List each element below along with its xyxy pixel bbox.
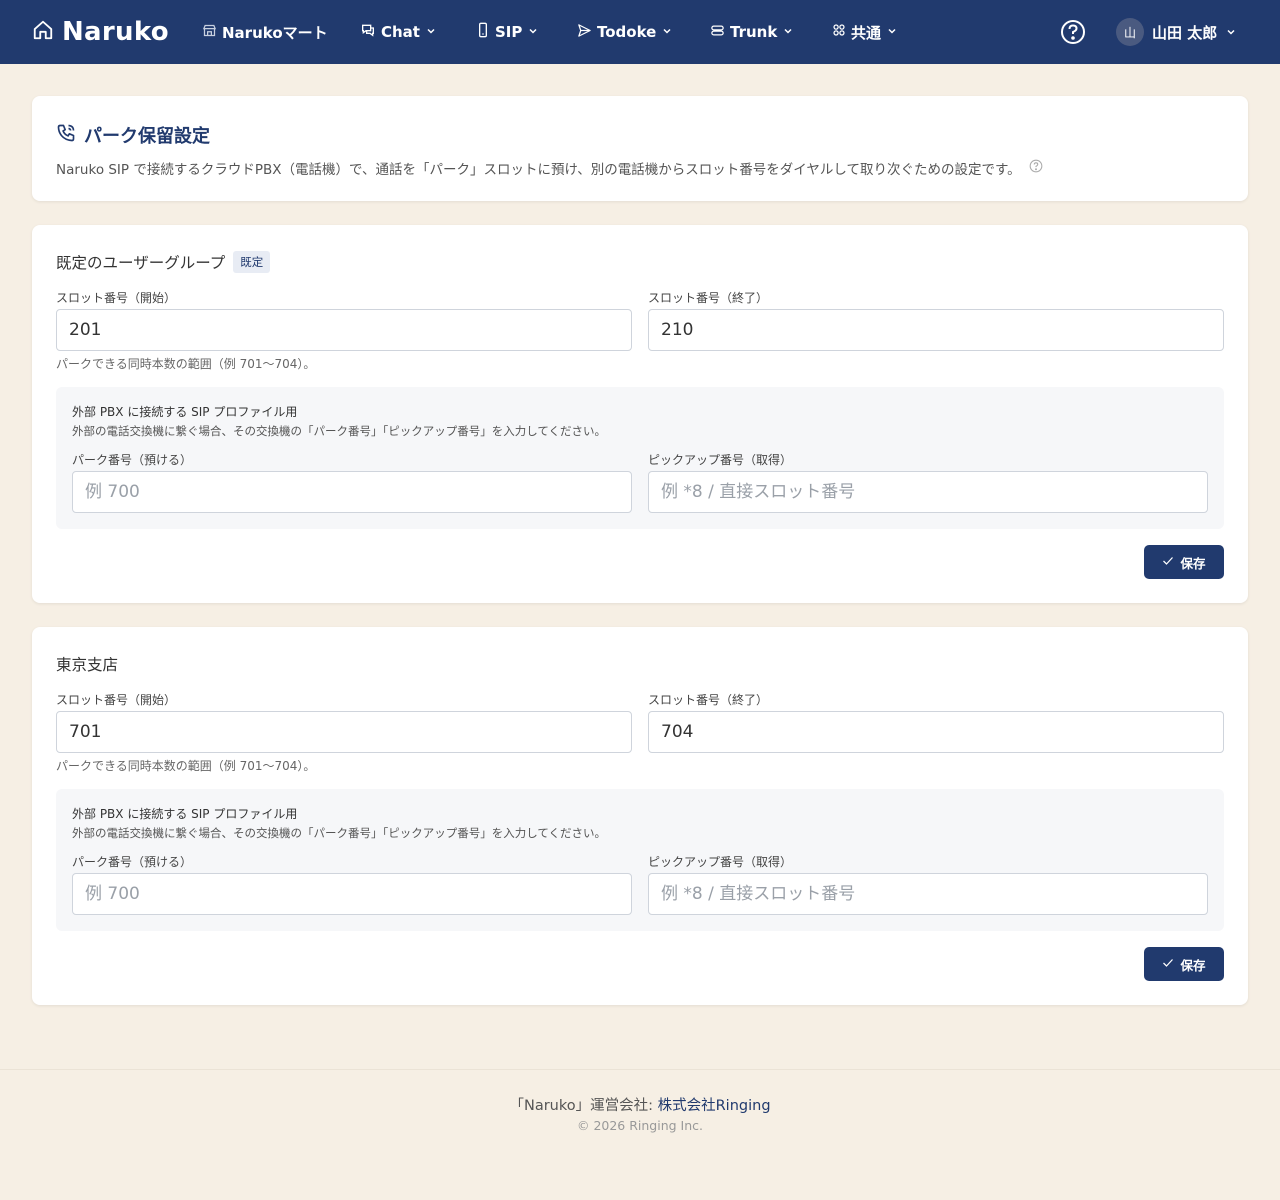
slot-start-input[interactable] (56, 711, 632, 753)
nav-label: Chat (381, 23, 420, 41)
home-icon (32, 19, 54, 45)
nav-chat[interactable]: Chat (360, 20, 437, 44)
top-navigation-bar: Naruko Narukoマート Chat SIP Todoke Trunk 共… (0, 0, 1280, 64)
group-card-tokyo: 東京支店 スロット番号（開始） スロット番号（終了） パークできる同時本数の範囲… (32, 627, 1248, 1005)
help-icon (1060, 20, 1086, 49)
save-button[interactable]: 保存 (1144, 545, 1224, 579)
nav-label: Narukoマート (222, 23, 328, 42)
footer-company: 「Naruko」運営会社: 株式会社Ringing (0, 1094, 1280, 1115)
slot-end-label: スロット番号（終了） (648, 291, 769, 305)
page-title: パーク保留設定 (56, 122, 210, 148)
save-button-label: 保存 (1180, 957, 1206, 973)
external-pbx-section: 外部 PBX に接続する SIP プロファイル用 外部の電話交換機に繋ぐ場合、そ… (56, 789, 1224, 931)
store-icon (202, 23, 217, 42)
server-icon (710, 23, 725, 42)
nav-trunk[interactable]: Trunk (710, 20, 794, 44)
user-menu[interactable]: 山 山田 太郎 (1116, 18, 1237, 46)
group-title: 既定のユーザーグループ 既定 (56, 251, 271, 273)
slot-end-input[interactable] (648, 711, 1224, 753)
group-card-default: 既定のユーザーグループ 既定 スロット番号（開始） スロット番号（終了） パーク… (32, 225, 1248, 603)
external-pbx-section: 外部 PBX に接続する SIP プロファイル用 外部の電話交換機に繋ぐ場合、そ… (56, 387, 1224, 529)
brand-name: Naruko (62, 17, 169, 47)
footer-divider (0, 1069, 1280, 1070)
page-title-text: パーク保留設定 (84, 126, 210, 147)
chevron-down-icon (661, 23, 673, 41)
footer-copyright: © 2026 Ringing Inc. (576, 1118, 704, 1133)
park-number-input[interactable] (72, 471, 632, 513)
slot-start-input[interactable] (56, 309, 632, 351)
save-button[interactable]: 保存 (1144, 947, 1224, 981)
pickup-number-label: ピックアップ番号（取得） (648, 453, 793, 467)
send-icon (577, 23, 592, 42)
company-link[interactable]: 株式会社Ringing (658, 1098, 771, 1114)
chevron-down-icon (782, 23, 794, 41)
nav-naruko-mart[interactable]: Narukoマート (202, 20, 328, 44)
park-number-input[interactable] (72, 873, 632, 915)
slot-range-hint: パークできる同時本数の範囲（例 701〜704）。 (56, 357, 316, 371)
avatar: 山 (1116, 18, 1144, 46)
park-number-label: パーク番号（預ける） (72, 453, 193, 467)
intro-card: パーク保留設定 Naruko SIP で接続するクラウドPBX（電話機）で、通話… (32, 96, 1248, 201)
pickup-number-input[interactable] (648, 873, 1208, 915)
check-icon (1162, 555, 1174, 570)
nav-common[interactable]: 共通 (832, 20, 898, 44)
user-name: 山田 太郎 (1152, 23, 1218, 42)
default-badge: 既定 (233, 251, 271, 273)
slot-range-hint: パークできる同時本数の範囲（例 701〜704）。 (56, 759, 316, 773)
external-pbx-description: 外部の電話交換機に繋ぐ場合、その交換機の「パーク番号」「ピックアップ番号」を入力… (72, 826, 607, 840)
pickup-number-input[interactable] (648, 471, 1208, 513)
info-icon[interactable] (1029, 159, 1043, 177)
grid-icon (832, 23, 846, 41)
nav-todoke[interactable]: Todoke (577, 20, 673, 44)
nav-label: Trunk (730, 23, 778, 41)
description-text: Naruko SIP で接続するクラウドPBX（電話機）で、通話を「パーク」スロ… (56, 162, 1021, 178)
pickup-number-label: ピックアップ番号（取得） (648, 855, 793, 869)
group-name: 東京支店 (56, 656, 119, 674)
external-pbx-description: 外部の電話交換機に繋ぐ場合、その交換機の「パーク番号」「ピックアップ番号」を入力… (72, 424, 607, 438)
slot-end-input[interactable] (648, 309, 1224, 351)
help-button[interactable] (1060, 19, 1086, 45)
group-name: 既定のユーザーグループ (56, 254, 226, 272)
park-number-label: パーク番号（預ける） (72, 855, 193, 869)
external-pbx-title: 外部 PBX に接続する SIP プロファイル用 (72, 405, 298, 419)
chevron-down-icon (1225, 23, 1237, 42)
group-title: 東京支店 (56, 653, 118, 675)
slot-start-label: スロット番号（開始） (56, 291, 177, 305)
page-description: Naruko SIP で接続するクラウドPBX（電話機）で、通話を「パーク」スロ… (56, 158, 1043, 178)
chevron-down-icon (527, 23, 539, 41)
chevron-down-icon (425, 23, 437, 41)
nav-label: SIP (495, 23, 523, 41)
nav-label: Todoke (597, 23, 657, 41)
check-icon (1162, 957, 1174, 972)
nav-sip[interactable]: SIP (476, 20, 539, 44)
phone-call-icon (56, 123, 76, 147)
slot-start-label: スロット番号（開始） (56, 693, 177, 707)
save-button-label: 保存 (1180, 555, 1206, 571)
phone-device-icon (476, 22, 490, 42)
slot-end-label: スロット番号（終了） (648, 693, 769, 707)
chat-icon (360, 22, 376, 42)
brand-logo[interactable]: Naruko (32, 14, 169, 50)
external-pbx-title: 外部 PBX に接続する SIP プロファイル用 (72, 807, 298, 821)
nav-label: 共通 (851, 23, 882, 42)
footer-prefix: 「Naruko」運営会社: (509, 1098, 658, 1114)
chevron-down-icon (886, 23, 898, 41)
